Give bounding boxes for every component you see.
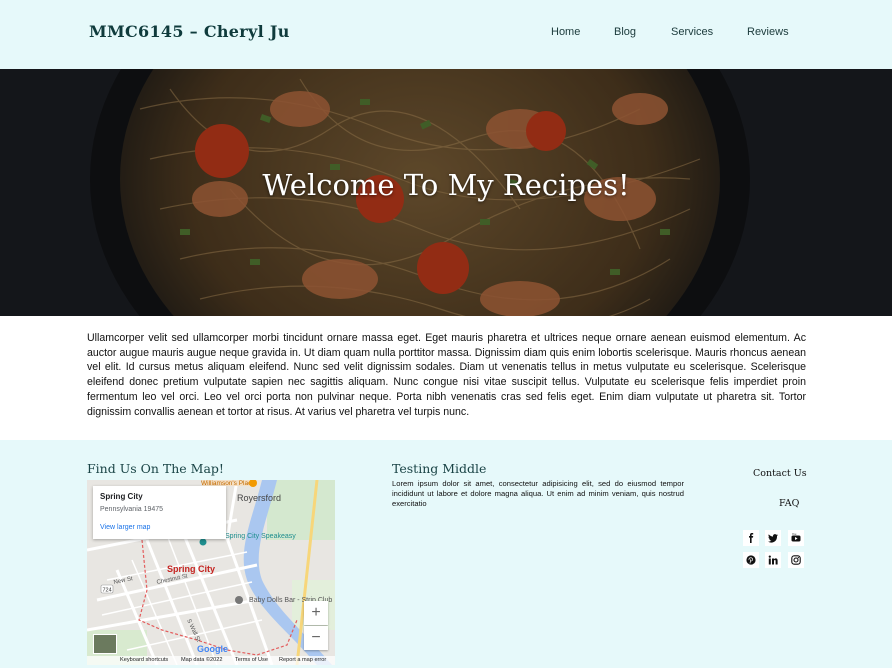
twitter-icon[interactable] — [765, 530, 781, 546]
youtube-icon[interactable]: You — [788, 530, 804, 546]
report-map-error-link[interactable]: Report a map error — [279, 657, 326, 663]
zoom-in-button[interactable]: + — [304, 601, 328, 625]
middle-section-text: Lorem ipsum dolor sit amet, consectetur … — [392, 479, 684, 508]
keyboard-shortcuts-link[interactable]: Keyboard shortcuts — [120, 657, 168, 663]
google-logo: Google — [197, 644, 228, 654]
site-title[interactable]: MMC6145 – Cheryl Ju — [89, 22, 290, 41]
map-section-title: Find Us On The Map! — [87, 461, 224, 476]
site-header: MMC6145 – Cheryl Ju Home Blog Services R… — [0, 0, 892, 69]
svg-text:You: You — [792, 533, 797, 536]
baby-dolls-pin-icon[interactable] — [235, 596, 243, 604]
map-footer-bar: Keyboard shortcuts Map data ©2022 Terms … — [87, 656, 335, 665]
speakeasy-pin-icon[interactable] — [199, 538, 207, 546]
nav-blog[interactable]: Blog — [614, 26, 636, 38]
nav-home[interactable]: Home — [551, 26, 580, 38]
linkedin-icon[interactable] — [765, 552, 781, 568]
faq-link[interactable]: FAQ — [779, 498, 799, 509]
facebook-icon[interactable] — [743, 530, 759, 546]
contact-us-link[interactable]: Contact Us — [753, 468, 807, 479]
map-label-royersford: Royersford — [237, 493, 281, 503]
terms-of-use-link[interactable]: Terms of Use — [235, 657, 268, 663]
hero-heading: Welcome To My Recipes! — [262, 168, 630, 202]
view-larger-map-link[interactable]: View larger map — [100, 524, 150, 531]
nav-services[interactable]: Services — [671, 26, 713, 38]
intro-paragraph: Ullamcorper velit sed ullamcorper morbi … — [87, 332, 806, 418]
zoom-out-button[interactable]: − — [304, 626, 328, 650]
map-info-card: Spring City Pennsylvania 19475 View larg… — [93, 486, 226, 539]
map-card-state: Pennsylvania 19475 — [100, 506, 164, 513]
instagram-icon[interactable] — [788, 552, 804, 568]
satellite-toggle-button[interactable] — [93, 634, 117, 654]
embedded-map[interactable]: Royersford Spring City em - Spring City … — [87, 480, 335, 665]
middle-section-title: Testing Middle — [392, 461, 487, 476]
map-data-text: Map data ©2022 — [181, 657, 223, 663]
map-label-spring-city: Spring City — [167, 564, 215, 574]
map-card-city: Spring City — [100, 492, 143, 501]
nav-reviews[interactable]: Reviews — [747, 26, 789, 38]
pinterest-icon[interactable] — [743, 552, 759, 568]
route-number: 724 — [103, 587, 112, 593]
